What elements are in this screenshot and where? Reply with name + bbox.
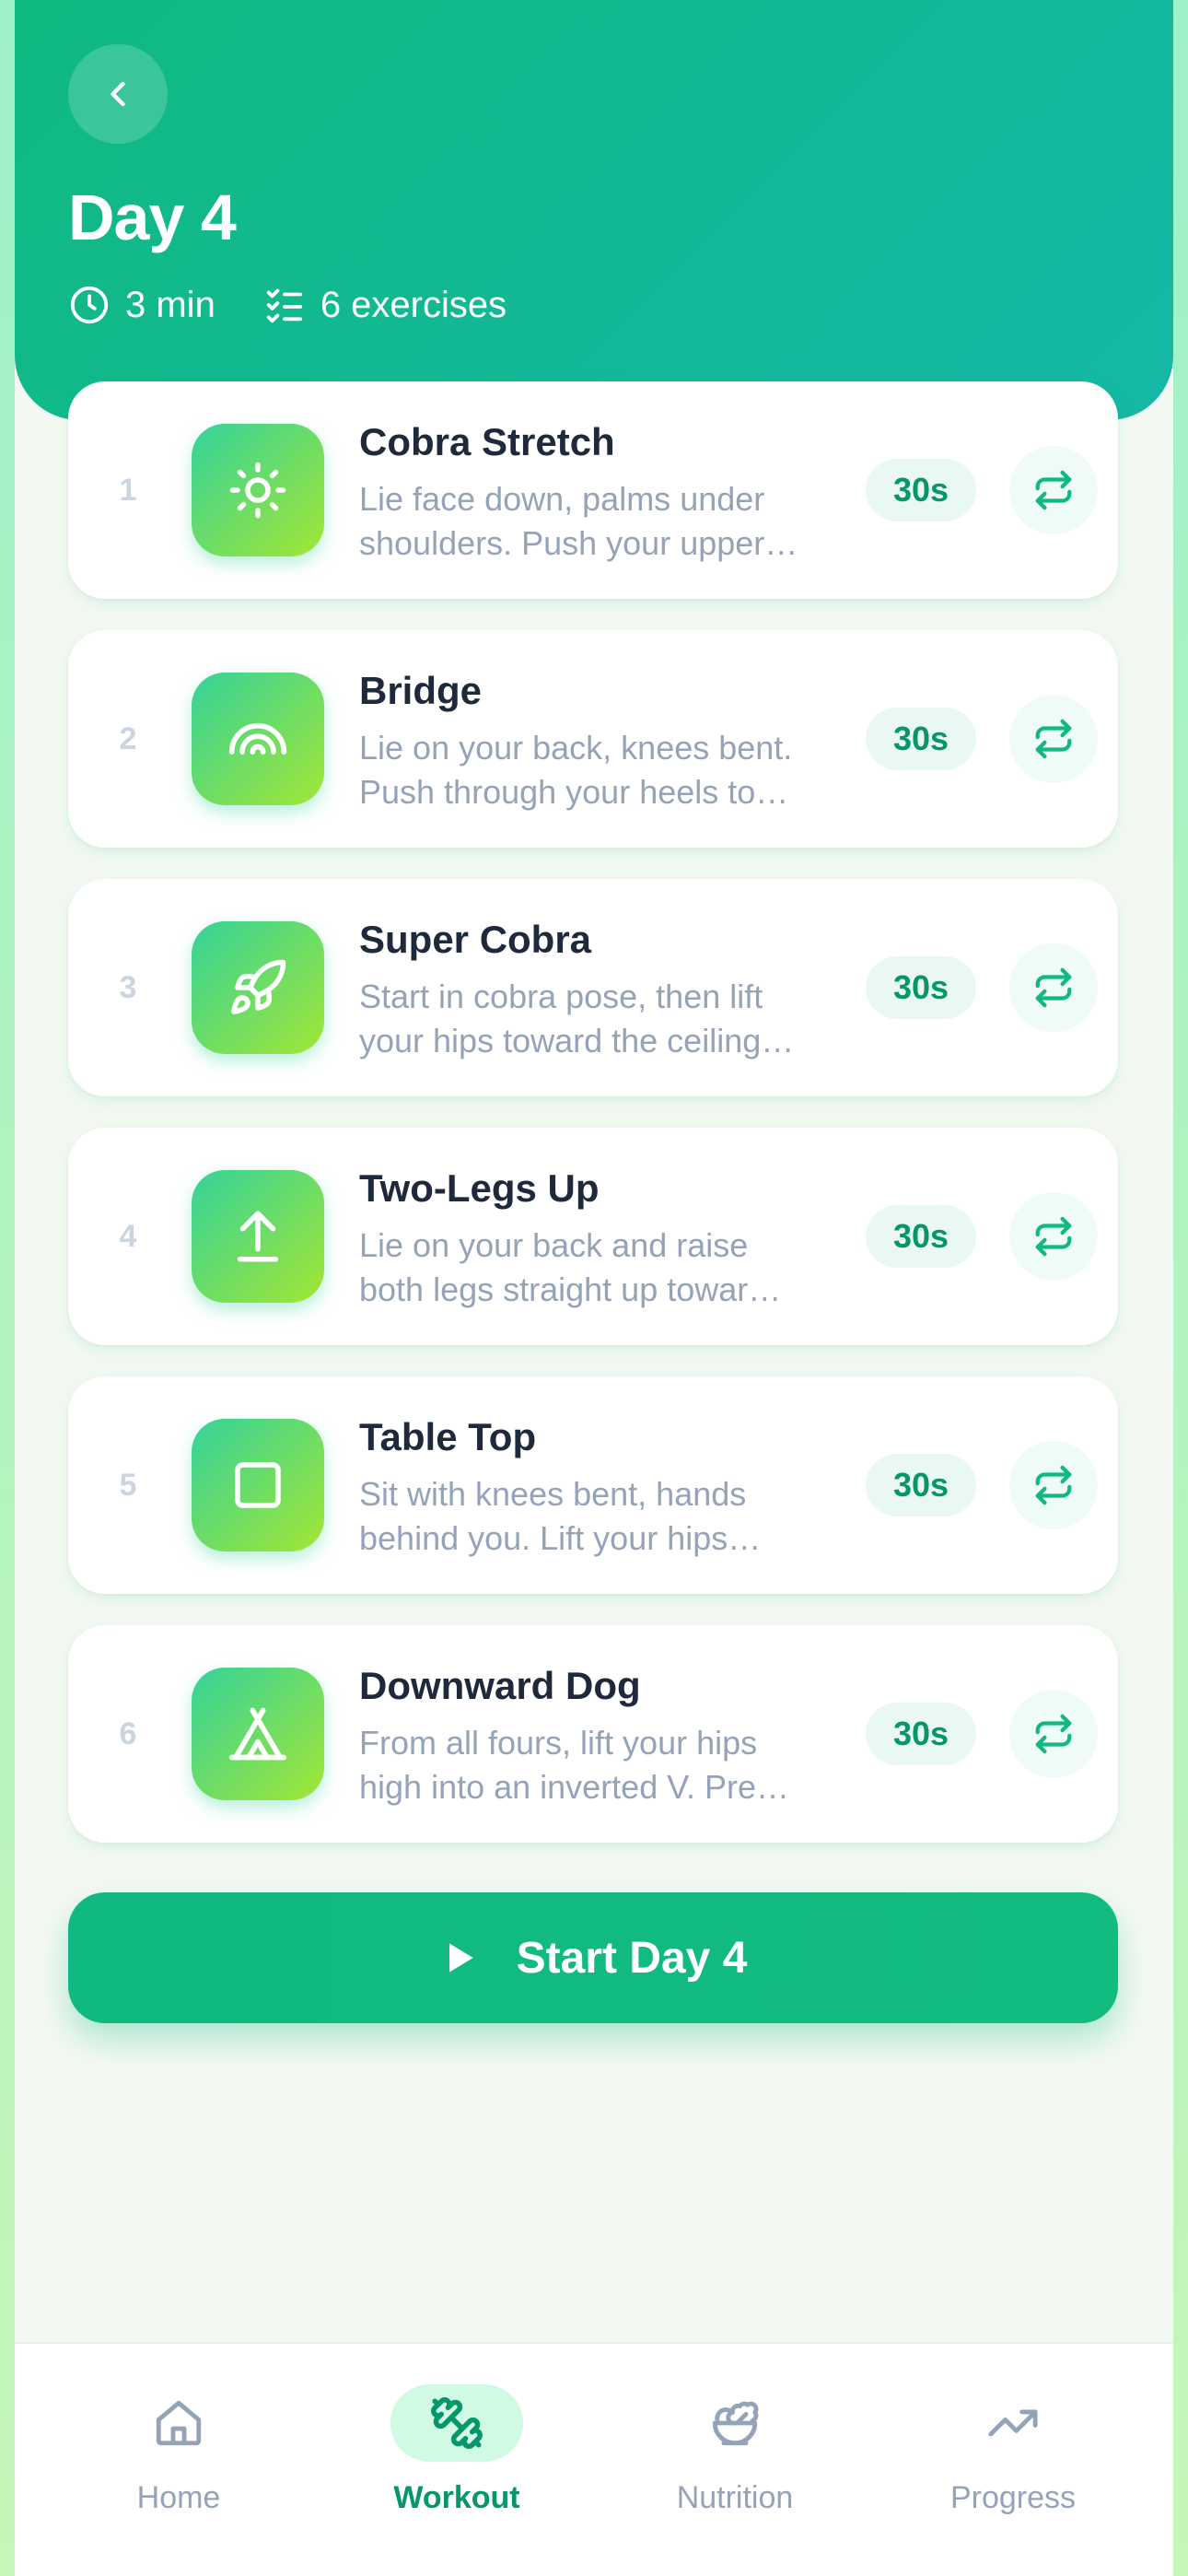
exercise-number: 4 xyxy=(119,1218,137,1254)
nav-label-home: Home xyxy=(136,2480,221,2515)
exercise-number: 6 xyxy=(119,1715,137,1751)
duration-badge: 30s xyxy=(866,708,976,770)
dumbbell-icon xyxy=(431,2397,483,2449)
exercise-icon-tile xyxy=(192,1668,324,1800)
play-icon xyxy=(448,1943,473,1973)
swap-exercise-button[interactable] xyxy=(1009,446,1098,534)
exercise-icon-tile xyxy=(192,921,324,1054)
exercise-title: Cobra Stretch xyxy=(359,420,615,463)
exercise-list: 1 Cobra Stretch Lie face down, palms und… xyxy=(68,381,1118,1874)
nav-icon-container xyxy=(112,2384,245,2462)
exercise-card[interactable]: 2 Bridge Lie on your back, knees bent. P… xyxy=(68,630,1118,848)
exercise-title: Super Cobra xyxy=(359,918,592,961)
exercise-card[interactable]: 4 Two-Legs Up Lie on your back and raise… xyxy=(68,1128,1118,1345)
duration-text: 3 min xyxy=(125,284,215,325)
bottom-navigation: Home Workout Nutrition Progress xyxy=(15,2342,1173,2576)
exercise-icon-tile xyxy=(192,424,324,556)
start-button-label: Start Day 4 xyxy=(516,1933,748,1983)
swap-exercise-button[interactable] xyxy=(1009,943,1098,1032)
repeat-icon xyxy=(1035,1216,1072,1257)
exercise-description: Lie face down, palms under shoulders. Pu… xyxy=(359,480,798,562)
clock-icon xyxy=(70,286,109,324)
exercise-card[interactable]: 5 Table Top Sit with knees bent, hands b… xyxy=(68,1376,1118,1594)
duration-badge: 30s xyxy=(866,1205,976,1268)
exercise-number: 5 xyxy=(119,1467,137,1503)
nav-icon-container xyxy=(669,2384,801,2462)
workout-header: Day 4 3 min 6 exercises xyxy=(15,0,1173,420)
nav-item-home[interactable]: Home xyxy=(40,2344,318,2576)
exercise-title: Two-Legs Up xyxy=(359,1166,600,1210)
left-edge-strip xyxy=(0,0,15,2576)
exercise-icon-tile xyxy=(192,1419,324,1551)
duration-badge: 30s xyxy=(866,1454,976,1516)
exercise-description: Lie on your back and raise both legs str… xyxy=(359,1226,782,1308)
swap-exercise-button[interactable] xyxy=(1009,1192,1098,1281)
home-icon xyxy=(156,2400,202,2446)
exercise-icon-tile xyxy=(192,673,324,805)
exercise-number: 1 xyxy=(119,472,137,508)
exercise-card[interactable]: 1 Cobra Stretch Lie face down, palms und… xyxy=(68,381,1118,599)
right-edge-strip xyxy=(1173,0,1188,2576)
nav-icon-container xyxy=(390,2384,523,2462)
start-workout-button[interactable]: Start Day 4 xyxy=(68,1892,1118,2023)
exercise-title: Table Top xyxy=(359,1415,537,1458)
arrow-up-to-line-icon xyxy=(238,1211,278,1262)
exercise-count-text: 6 exercises xyxy=(320,284,507,325)
nav-item-workout[interactable]: Workout xyxy=(318,2344,596,2576)
duration-badge: 30s xyxy=(866,1703,976,1765)
exercise-number: 3 xyxy=(119,969,137,1005)
exercise-card[interactable]: 6 Downward Dog From all fours, lift your… xyxy=(68,1625,1118,1843)
nav-icon-container xyxy=(947,2384,1079,2462)
exercise-description: From all fours, lift your hips high into… xyxy=(359,1724,789,1806)
exercise-card[interactable]: 3 Super Cobra Start in cobra pose, then … xyxy=(68,879,1118,1096)
trending-up-icon xyxy=(988,2409,1038,2437)
sun-icon xyxy=(229,462,286,519)
exercise-title: Downward Dog xyxy=(359,1664,641,1707)
nav-item-progress[interactable]: Progress xyxy=(874,2344,1152,2576)
rocket-icon xyxy=(231,959,286,1014)
nav-label-nutrition: Nutrition xyxy=(676,2480,794,2515)
nav-label-workout: Workout xyxy=(393,2480,520,2515)
list-checks-icon xyxy=(266,288,302,323)
repeat-icon xyxy=(1035,1714,1072,1754)
duration-meta: 3 min xyxy=(68,284,215,326)
duration-badge: 30s xyxy=(866,459,976,521)
tent-icon xyxy=(228,1707,287,1761)
repeat-icon xyxy=(1035,1465,1072,1505)
exercise-description: Sit with knees bent, hands behind you. L… xyxy=(359,1475,762,1557)
duration-badge: 30s xyxy=(866,956,976,1019)
exercise-number: 2 xyxy=(119,720,137,756)
swap-exercise-button[interactable] xyxy=(1009,1441,1098,1529)
workout-meta: 3 min 6 exercises xyxy=(68,284,554,326)
exercise-title: Bridge xyxy=(359,669,483,712)
chevron-left-icon xyxy=(111,81,125,107)
back-button[interactable] xyxy=(68,44,168,144)
page-title: Day 4 xyxy=(68,181,237,253)
rainbow-icon xyxy=(228,723,287,755)
exercise-count-meta: 6 exercises xyxy=(263,284,507,326)
exercise-description: Start in cobra pose, then lift your hips… xyxy=(359,978,795,1060)
nav-label-progress: Progress xyxy=(949,2480,1077,2515)
swap-exercise-button[interactable] xyxy=(1009,695,1098,783)
app-screen: Day 4 3 min 6 exercises 1 Cobra Stretch … xyxy=(15,0,1173,2576)
square-icon xyxy=(235,1462,281,1508)
nav-item-nutrition[interactable]: Nutrition xyxy=(596,2344,874,2576)
swap-exercise-button[interactable] xyxy=(1009,1690,1098,1778)
repeat-icon xyxy=(1035,719,1072,759)
exercise-description: Lie on your back, knees bent. Push throu… xyxy=(359,729,793,811)
repeat-icon xyxy=(1035,967,1072,1008)
exercise-icon-tile xyxy=(192,1170,324,1303)
salad-icon xyxy=(712,2401,759,2446)
repeat-icon xyxy=(1035,470,1072,510)
